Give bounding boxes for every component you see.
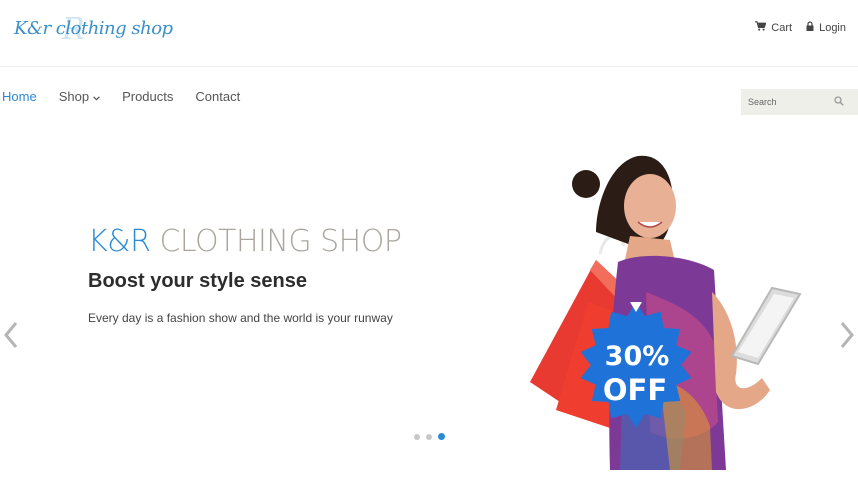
site-logo[interactable]: R K&r clothing shop [14,12,173,50]
hero-model-image: 30% OFF [530,155,802,470]
nav-item-shop[interactable]: Shop [59,89,100,104]
login-link[interactable]: Login [806,21,846,34]
cart-label: Cart [771,21,793,34]
header-divider [0,66,858,67]
nav-item-label: Shop [58,89,90,104]
hero-slider: K&R CLOTHING SHOP Boost your style sense… [0,120,858,483]
slider-dot[interactable] [426,433,432,440]
hero-description: Every day is a fashion show and the worl… [88,311,393,325]
nav-item-contact[interactable]: Contact [195,89,240,104]
slider-prev-button[interactable] [2,320,20,355]
slider-next-button[interactable] [838,320,856,355]
chevron-right-icon [838,320,856,355]
tablet [730,286,802,366]
chevron-left-icon [2,320,20,355]
nav-item-label: Contact [195,89,241,104]
main-nav: Home Shop Products Contact [2,89,240,104]
slider-dot-active[interactable] [438,433,445,440]
logo-text: K&r clothing shop [14,18,173,39]
hero-subtitle: Boost your style sense [88,270,307,292]
chevron-down-icon [93,89,100,104]
search-box [741,89,858,115]
login-label: Login [819,21,846,34]
nav-item-home[interactable]: Home [2,89,37,104]
nav-item-products[interactable]: Products [122,89,173,104]
hero-title-rest: CLOTHING SHOP [159,224,402,259]
slider-dot[interactable] [414,433,420,440]
cart-link[interactable]: Cart [755,21,792,34]
hero-title: K&R CLOTHING SHOP [88,224,402,259]
nav-item-label: Products [122,89,174,104]
slider-dots [414,433,445,440]
cart-icon [755,21,767,34]
search-input[interactable] [748,97,834,107]
hero-title-brand: K&R [88,224,151,259]
badge-line-1: 30% [605,341,670,372]
lock-icon [806,21,814,34]
nav-item-label: Home [2,89,37,104]
badge-line-2: OFF [603,373,667,407]
topbar-links: Cart Login [755,21,846,34]
search-icon[interactable] [834,93,844,111]
